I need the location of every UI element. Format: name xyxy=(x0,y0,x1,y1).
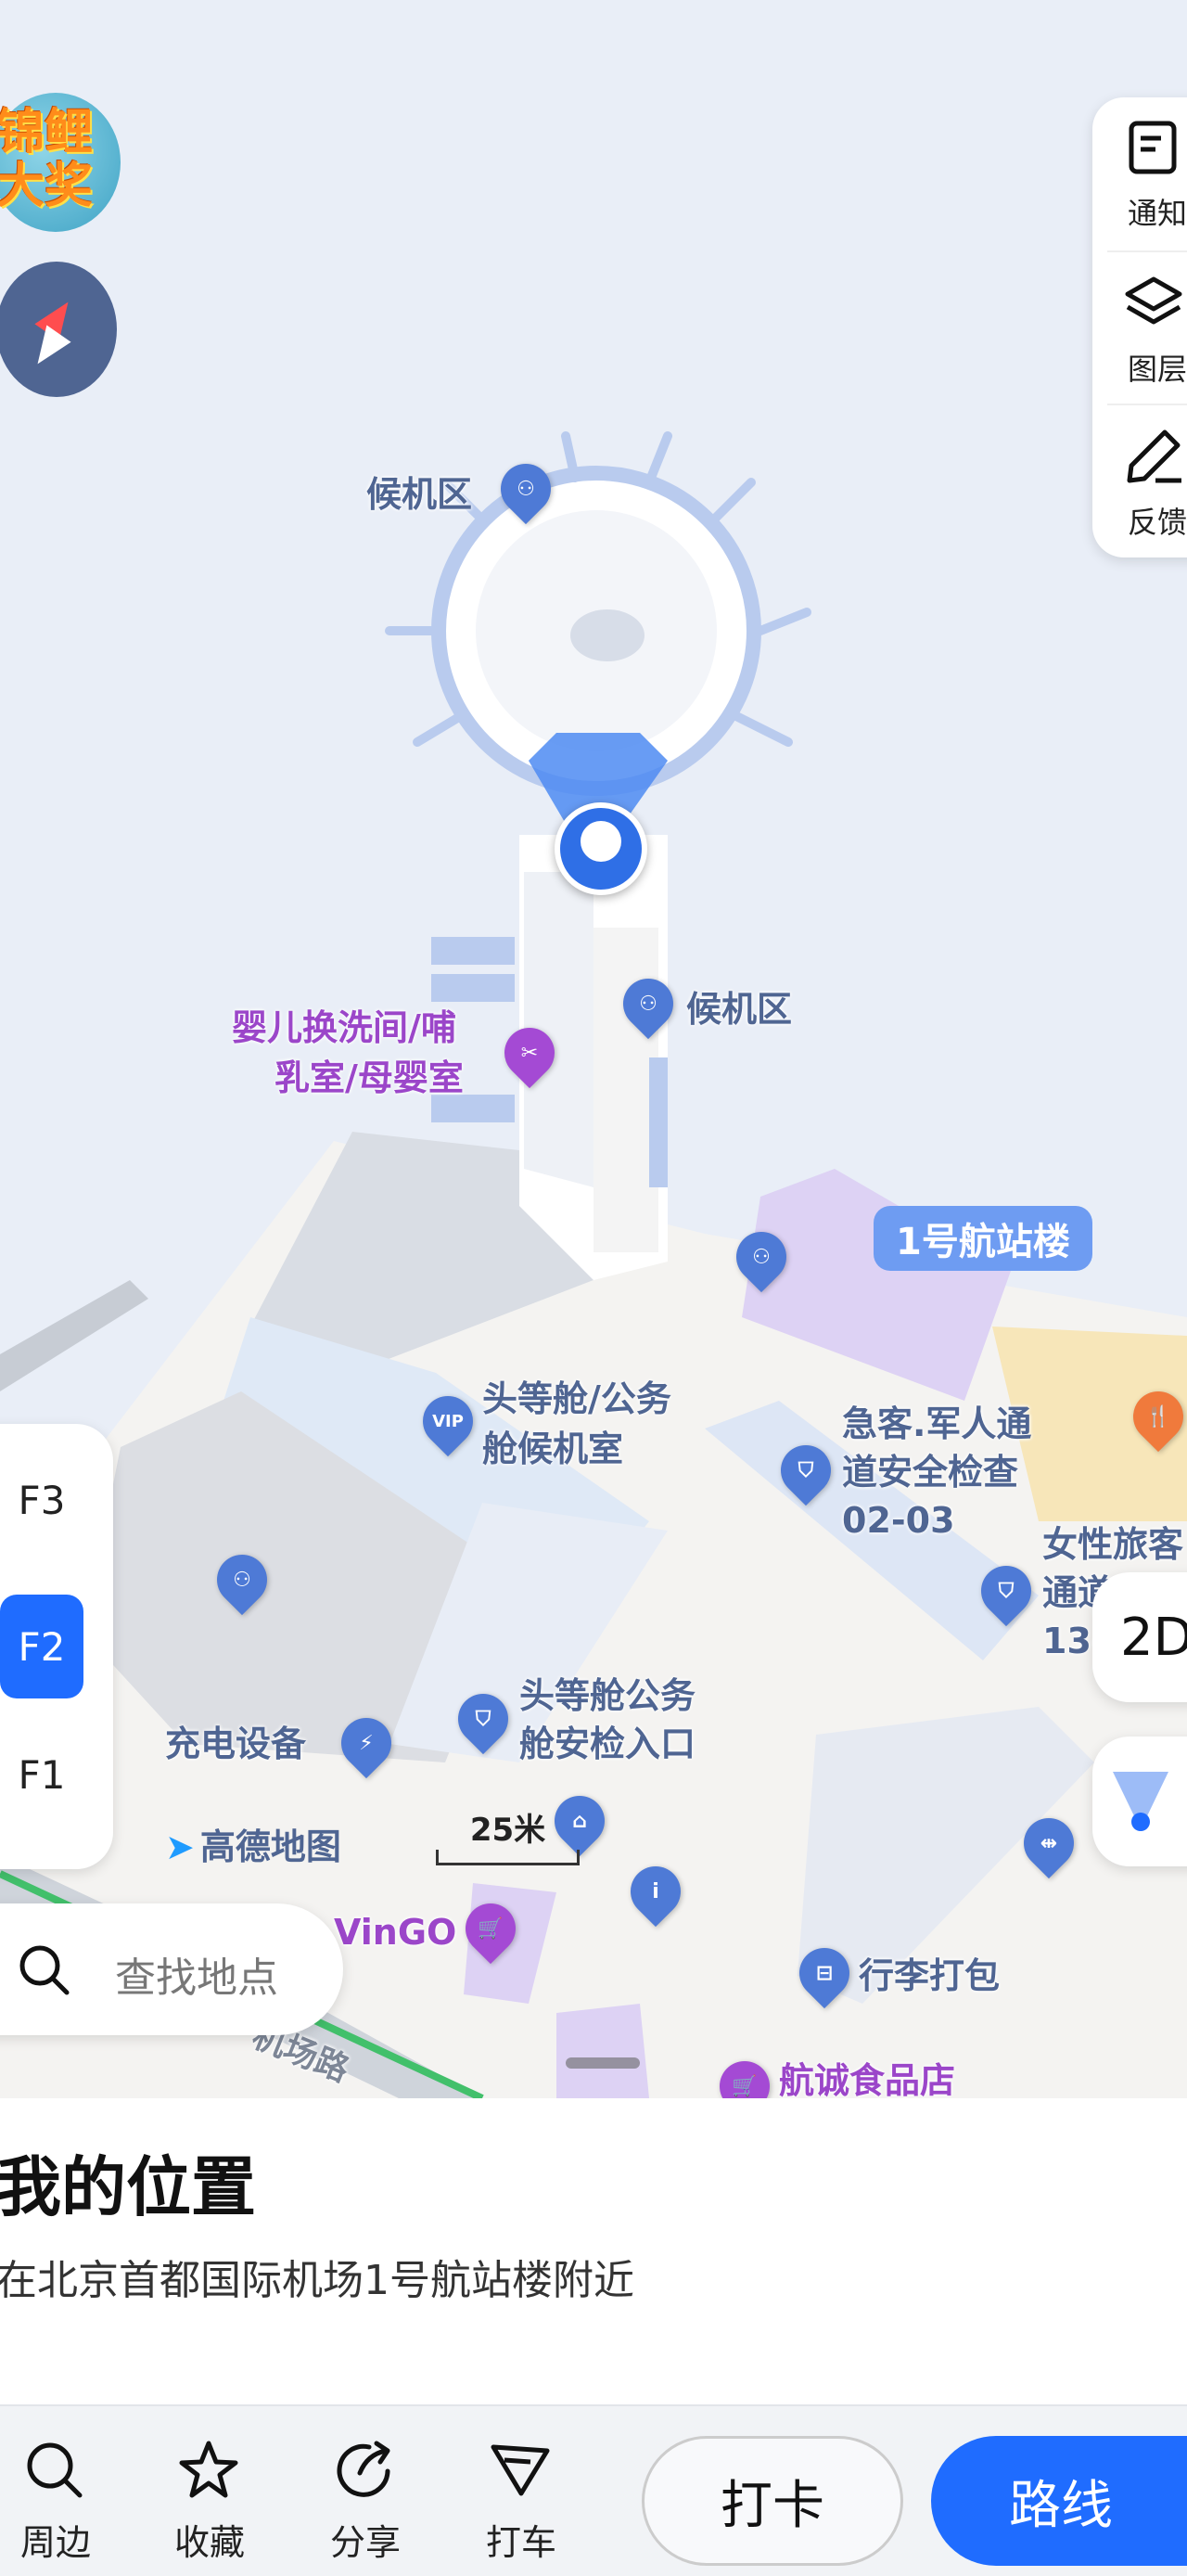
security-check-icon[interactable]: ⛉ xyxy=(970,1555,1042,1627)
poi-food-store[interactable]: 航诚食品店 xyxy=(779,2057,955,2098)
floor-f2[interactable]: F2 xyxy=(0,1595,83,1698)
share-icon xyxy=(337,2441,390,2497)
restroom-icon[interactable]: ⚇ xyxy=(725,1221,798,1293)
favorite-label: 收藏 xyxy=(173,2522,245,2563)
bottom-action-bar: 周边 收藏 分享 打车 打卡 路线 xyxy=(0,2404,1187,2576)
feedback-label: 反馈 xyxy=(1128,505,1187,540)
poi-luggage-pack[interactable]: 行李打包 xyxy=(859,1953,1000,1999)
floor-selector: F3 F2 F1 xyxy=(0,1424,113,1869)
star-icon xyxy=(179,2441,238,2498)
notify-label: 通知 xyxy=(1128,196,1187,231)
poi-express-check-line1[interactable]: 急客.军人通 xyxy=(842,1401,1031,1447)
location-title: 我的位置 xyxy=(0,2149,256,2225)
route-button[interactable]: 路线 xyxy=(931,2436,1187,2566)
poi-baby-room-line1[interactable]: 婴儿换洗间/哺 xyxy=(232,1005,456,1051)
amap-logo-text: 高德地图 xyxy=(199,1826,341,1867)
poi-first-class-lounge-line2[interactable]: 舱候机室 xyxy=(482,1426,623,1472)
vip-lounge-icon[interactable]: VIP xyxy=(412,1385,484,1457)
taxi-button[interactable]: 打车 xyxy=(466,2406,577,2576)
location-subtitle: 在北京首都国际机场1号航站楼附近 xyxy=(0,2257,634,2304)
luggage-icon[interactable]: ⊟ xyxy=(788,1937,861,2009)
baby-room-icon[interactable]: ✂ xyxy=(493,1017,566,1089)
locate-button[interactable] xyxy=(1092,1737,1187,1866)
terminal-label[interactable]: 1号航站楼 xyxy=(874,1206,1092,1271)
map-view[interactable]: 锦鲤大奖 候机区 ⚇ ⚇ 候机区 婴儿换洗间/哺 乳室/母婴室 ✂ 1号航站楼 … xyxy=(0,0,1187,2098)
lucky-draw-text: 锦鲤大奖 xyxy=(0,105,94,215)
notify-icon xyxy=(1129,121,1177,174)
poi-waiting-area-top[interactable]: 候机区 xyxy=(366,471,472,518)
poi-charging[interactable]: 充电设备 xyxy=(165,1721,306,1767)
view-mode-toggle[interactable]: 2D xyxy=(1092,1572,1187,1702)
poi-express-check-line3[interactable]: 02-03 xyxy=(842,1497,955,1544)
floor-f1[interactable]: F1 xyxy=(0,1723,83,1826)
floor-f3[interactable]: F3 xyxy=(0,1448,83,1552)
amap-logo-icon: ➤ xyxy=(165,1826,195,1867)
security-check-icon[interactable]: ⛉ xyxy=(770,1434,842,1506)
search-placeholder: 查找地点 xyxy=(115,1954,278,2002)
layers-icon xyxy=(1125,276,1182,325)
info-icon[interactable]: i xyxy=(619,1855,692,1928)
poi-vingo[interactable]: VinGO xyxy=(334,1909,456,1955)
restroom-icon[interactable]: ⚇ xyxy=(206,1544,278,1616)
compass-icon[interactable] xyxy=(0,262,117,397)
lucky-draw-badge[interactable]: 锦鲤大奖 xyxy=(0,93,121,232)
amap-logo: ➤ 高德地图 xyxy=(165,1818,341,1869)
map-scale: 25米 xyxy=(436,1804,580,1865)
terminal-label-text: 1号航站楼 xyxy=(896,1221,1070,1263)
feedback-button[interactable]: 反馈 xyxy=(1092,406,1187,545)
poi-waiting-area-mid[interactable]: 候机区 xyxy=(686,986,792,1032)
shop-icon[interactable]: 🛒 xyxy=(454,1892,527,1965)
waiting-area-icon[interactable]: ⚇ xyxy=(612,968,684,1040)
poi-express-check-line2[interactable]: 道安全检查 xyxy=(842,1449,1018,1495)
pencil-icon xyxy=(1127,429,1181,483)
sheet-drag-handle[interactable] xyxy=(566,2057,640,2069)
poi-first-class-lounge-line1[interactable]: 头等舱/公务 xyxy=(482,1376,671,1422)
layers-label: 图层 xyxy=(1128,352,1187,387)
avatar-icon xyxy=(581,821,621,862)
search-icon xyxy=(27,2442,83,2498)
gate-icon[interactable]: ⇹ xyxy=(1013,1807,1085,1879)
favorite-button[interactable]: 收藏 xyxy=(154,2406,265,2576)
taxi-label: 打车 xyxy=(485,2522,556,2563)
security-check-icon[interactable]: ⛉ xyxy=(447,1683,519,1755)
search-icon xyxy=(19,1945,70,1995)
nearby-button[interactable]: 周边 xyxy=(0,2406,111,2576)
map-tools-panel: 通知 图层 反馈 xyxy=(1092,97,1187,557)
map-base xyxy=(0,431,1187,2098)
map-scale-label: 25米 xyxy=(469,1812,546,1849)
user-location-marker xyxy=(555,802,647,895)
location-info-panel: 我的位置 在北京首都国际机场1号航站楼附近 xyxy=(0,2098,1187,2404)
waiting-area-icon[interactable]: ⚇ xyxy=(490,453,562,525)
share-label: 分享 xyxy=(329,2522,401,2563)
checkin-button[interactable]: 打卡 xyxy=(642,2436,903,2566)
charging-icon[interactable]: ⚡ xyxy=(330,1707,402,1779)
poi-first-class-security-line2[interactable]: 舱安检入口 xyxy=(519,1721,696,1767)
share-button[interactable]: 分享 xyxy=(310,2406,421,2576)
restaurant-icon[interactable]: 🍴 xyxy=(1122,1380,1187,1453)
layers-button[interactable]: 图层 xyxy=(1092,253,1187,392)
poi-first-class-security-line1[interactable]: 头等舱公务 xyxy=(519,1672,696,1719)
nearby-label: 周边 xyxy=(19,2522,91,2563)
locate-icon xyxy=(1113,1772,1168,1831)
map-scale-bar xyxy=(436,1850,580,1865)
notify-button[interactable]: 通知 xyxy=(1092,97,1187,237)
search-bar[interactable]: 查找地点 xyxy=(0,1903,343,2035)
poi-baby-room-line2[interactable]: 乳室/母婴室 xyxy=(274,1055,464,1101)
poi-female-check-line1[interactable]: 女性旅客 xyxy=(1042,1521,1183,1568)
taxi-icon xyxy=(491,2444,550,2496)
